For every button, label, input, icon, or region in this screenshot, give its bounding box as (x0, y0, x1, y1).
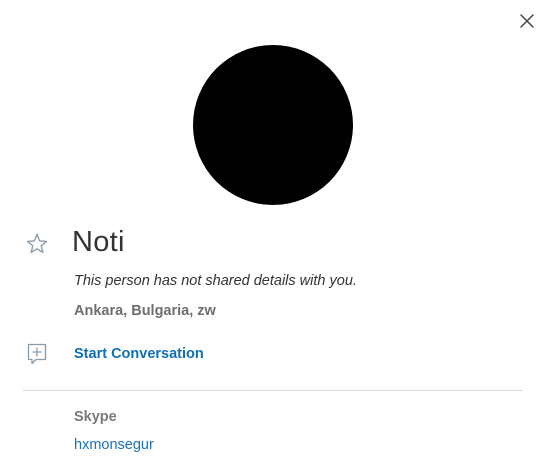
start-conversation-link[interactable]: Start Conversation (74, 344, 204, 364)
divider (23, 390, 523, 391)
skype-section-label: Skype (74, 409, 117, 425)
add-conversation-icon[interactable] (26, 342, 48, 366)
contact-location: Ankara, Bulgaria, zw (74, 303, 216, 319)
star-outline-icon[interactable] (25, 232, 49, 256)
avatar (193, 45, 353, 205)
skype-id-link[interactable]: hxmonsegur (74, 435, 154, 455)
contact-name: Noti (72, 226, 125, 258)
contact-card-panel: Noti This person has not shared details … (0, 0, 546, 467)
privacy-status-text: This person has not shared details with … (74, 273, 357, 289)
close-icon[interactable] (516, 10, 538, 32)
